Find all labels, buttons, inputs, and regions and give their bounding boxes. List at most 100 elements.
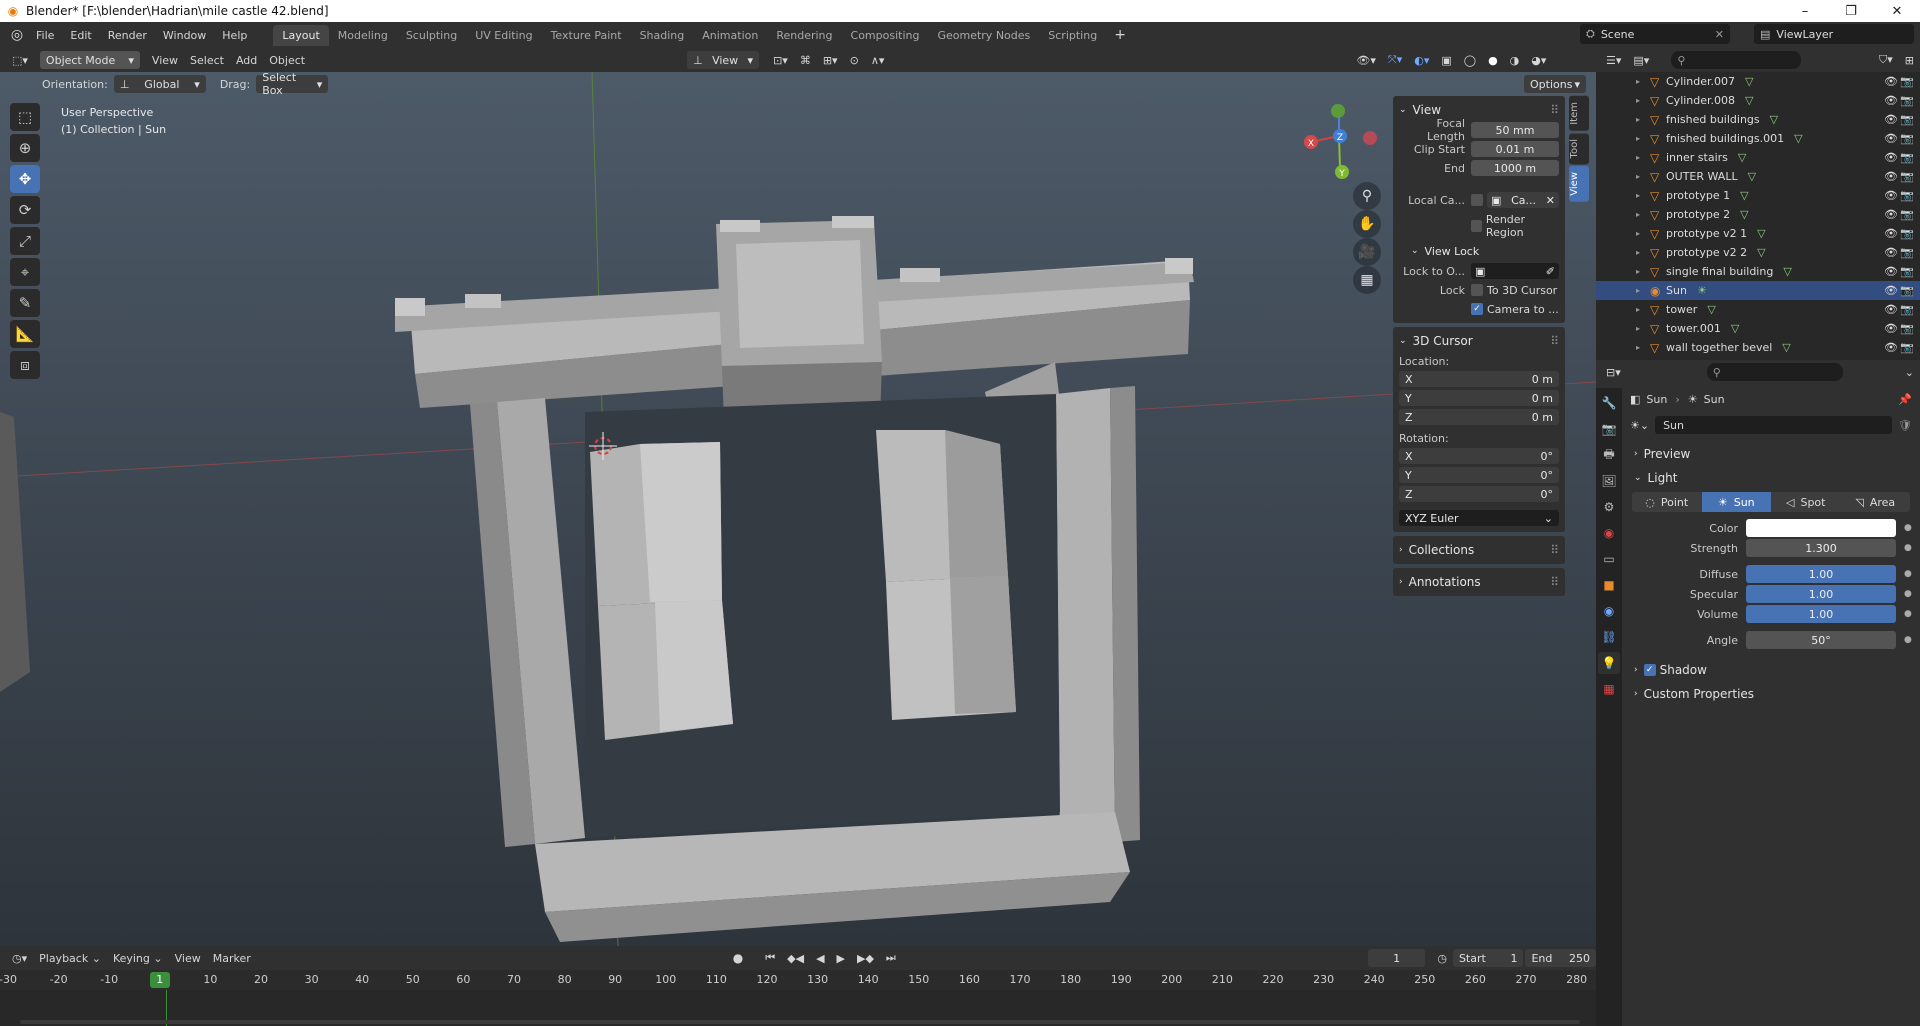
outliner-item[interactable]: ▸ ▽ tower.001 ▽ 👁 📷 [1596,319,1920,338]
outliner-item[interactable]: ▸ ▽ tower ▽ 👁 📷 [1596,300,1920,319]
outliner-item[interactable]: ▸ ◉ Sun ☀ 👁 📷 [1596,281,1920,300]
clip-start-field[interactable]: 0.01 m [1471,141,1559,157]
outliner-item[interactable]: ▸ ▽ Cylinder.007 ▽ 👁 📷 [1596,72,1920,91]
tab-rendering[interactable]: Rendering [767,25,841,46]
tab-compositing[interactable]: Compositing [842,25,929,46]
clip-end-field[interactable]: 1000 m [1471,160,1559,176]
render-camera-icon[interactable]: 📷 [1900,94,1914,107]
pivot-point-icon[interactable]: ⊡▾ [767,51,794,69]
expand-arrow-icon[interactable]: ▸ [1636,191,1650,200]
preview-range-icon[interactable]: ◷ [1431,949,1453,967]
camera-view-icon[interactable]: 🎥 [1353,238,1381,266]
angle-field[interactable]: 50° [1746,631,1896,649]
measure-tool-icon[interactable]: 📐 [10,320,40,348]
diffuse-slider[interactable]: 1.00 [1746,565,1896,583]
outliner-search-input[interactable]: ⚲ [1671,51,1802,69]
tab-item[interactable]: Item [1569,96,1589,131]
rotation-mode-dropdown[interactable]: XYZ Euler ⌄ [1399,510,1559,526]
visibility-icon[interactable]: 👁▾ [1350,51,1382,69]
tab-geometry-nodes[interactable]: Geometry Nodes [928,25,1039,46]
cursor-rot-x[interactable]: X 0° [1399,448,1559,464]
visibility-eye-icon[interactable]: 👁 [1884,189,1898,202]
keying-menu[interactable]: Keying ⌄ [107,949,169,967]
transform-tool-icon[interactable]: ⌖ [10,258,40,286]
editor-type-icon[interactable]: ⬚▾ [6,51,34,69]
tab-tool[interactable]: Tool [1569,132,1589,165]
expand-arrow-icon[interactable]: ▸ [1636,229,1650,238]
rotate-tool-icon[interactable]: ⟳ [10,196,40,224]
render-camera-icon[interactable]: 📷 [1900,75,1914,88]
lock-to-object-field[interactable]: ▣ ✐ [1471,263,1559,279]
view-lock-header[interactable]: ⌄ View Lock [1399,241,1559,261]
render-camera-icon[interactable]: 📷 [1900,284,1914,297]
record-icon[interactable]: ● [727,949,749,967]
scene-selector[interactable]: ⛭ Scene ✕ [1580,24,1730,44]
tab-uv-editing[interactable]: UV Editing [466,25,541,46]
specular-slider[interactable]: 1.00 [1746,585,1896,603]
expand-arrow-icon[interactable]: ▸ [1636,286,1650,295]
outliner-item[interactable]: ▸ ▽ OUTER WALL ▽ 👁 📷 [1596,167,1920,186]
tab-view[interactable]: View [1569,166,1589,202]
cursor-rot-y[interactable]: Y 0° [1399,467,1559,483]
falloff-icon[interactable]: ∧▾ [865,51,891,69]
lock-camera-checkbox[interactable]: ✓ [1471,303,1483,315]
focal-length-field[interactable]: 50 mm [1471,122,1559,138]
expand-arrow-icon[interactable]: ▸ [1636,77,1650,86]
visibility-eye-icon[interactable]: 👁 [1884,341,1898,354]
options-dropdown[interactable]: Options ▾ [1524,75,1586,93]
cursor-tool-icon[interactable]: ⊕ [10,134,40,162]
outliner-item[interactable]: ▸ ▽ prototype 2 ▽ 👁 📷 [1596,205,1920,224]
annotate-tool-icon[interactable]: ✎ [10,289,40,317]
outliner-item[interactable]: ▸ ▽ prototype v2 1 ▽ 👁 📷 [1596,224,1920,243]
timeline-editor-type-icon[interactable]: ◷▾ [6,949,33,967]
physics-tab-icon[interactable]: ◉ [1598,600,1620,622]
rendered-shading-icon[interactable]: ◕▾ [1525,51,1552,69]
light-panel-header[interactable]: ⌄ Light [1622,466,1920,490]
texture-tab-icon[interactable]: ▦ [1598,678,1620,700]
marker-menu[interactable]: Marker [207,949,257,967]
collections-section[interactable]: › Collections ⠿ [1393,536,1565,564]
expand-arrow-icon[interactable]: ▸ [1636,96,1650,105]
output-tab-icon[interactable]: 🖶 [1598,444,1620,466]
visibility-eye-icon[interactable]: 👁 [1884,75,1898,88]
render-camera-icon[interactable]: 📷 [1900,189,1914,202]
pan-hand-icon[interactable]: ✋ [1353,210,1381,238]
expand-arrow-icon[interactable]: ▸ [1636,115,1650,124]
expand-arrow-icon[interactable]: ▸ [1636,305,1650,314]
menu-help[interactable]: Help [214,29,255,42]
outliner-item[interactable]: ▸ ▽ wall together bevel ▽ 👁 📷 [1596,338,1920,357]
outliner-item[interactable]: ▸ ▽ fnished buildings ▽ 👁 📷 [1596,110,1920,129]
add-cube-tool-icon[interactable]: ⧈ [10,351,40,379]
ortho-grid-icon[interactable]: ▦ [1353,266,1381,294]
menu-render[interactable]: Render [100,29,155,42]
display-mode-icon[interactable]: ▤▾ [1627,51,1655,69]
render-camera-icon[interactable]: 📷 [1900,322,1914,335]
blender-menu-icon[interactable]: ◎ [6,24,28,46]
cursor-rot-z[interactable]: Z 0° [1399,486,1559,502]
menu-edit[interactable]: Edit [62,29,99,42]
current-frame-field[interactable]: 1 [1367,949,1426,967]
render-camera-icon[interactable]: 📷 [1900,246,1914,259]
cursor-loc-y[interactable]: Y0 m [1399,390,1559,406]
3d-cursor-header[interactable]: ⌄ 3D Cursor ⠿ [1399,331,1559,351]
visibility-eye-icon[interactable]: 👁 [1884,303,1898,316]
menu-view[interactable]: View [146,51,184,69]
expand-arrow-icon[interactable]: ▸ [1636,153,1650,162]
light-type-area[interactable]: ◹ Area [1841,492,1911,512]
visibility-eye-icon[interactable]: 👁 [1884,265,1898,278]
menu-add[interactable]: Add [230,51,263,69]
expand-arrow-icon[interactable]: ▸ [1636,210,1650,219]
orientation-dropdown[interactable]: ⊥ Global ▾ [113,75,206,93]
tab-texture-paint[interactable]: Texture Paint [542,25,631,46]
render-camera-icon[interactable]: 📷 [1900,113,1914,126]
next-keyframe-icon[interactable]: ▶◆ [851,949,880,967]
play-reverse-icon[interactable]: ◀ [810,949,830,967]
light-data-tab-icon[interactable]: 💡 [1598,652,1620,674]
outliner-item[interactable]: ▸ ▽ prototype 1 ▽ 👁 📷 [1596,186,1920,205]
visibility-eye-icon[interactable]: 👁 [1884,227,1898,240]
render-camera-icon[interactable]: 📷 [1900,341,1914,354]
current-frame-marker[interactable]: 1 [149,972,170,988]
menu-select[interactable]: Select [184,51,230,69]
object-mode-dropdown[interactable]: Object Mode ▾ [39,51,140,69]
proportional-edit-icon[interactable]: ⊙ [844,51,865,69]
